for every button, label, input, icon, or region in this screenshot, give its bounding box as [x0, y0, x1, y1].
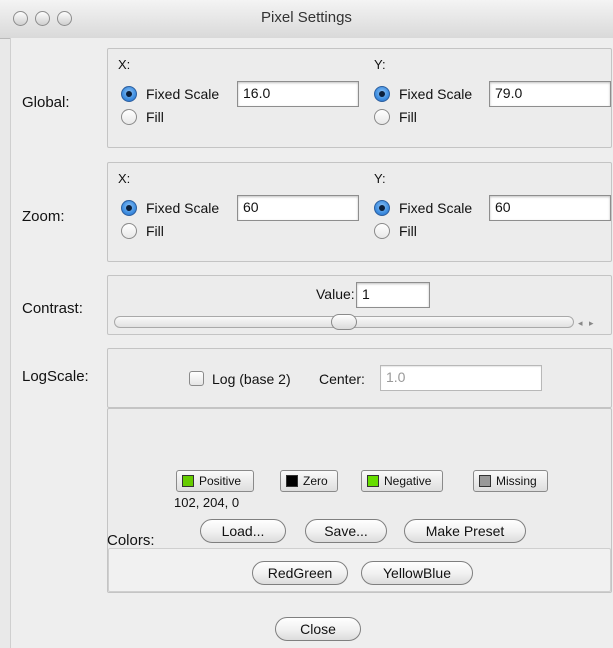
scroll-arrows-icon[interactable]: ◂ ▸: [578, 318, 596, 329]
zoom-y-label: Y:: [374, 171, 386, 186]
logscale-label: LogScale:: [22, 368, 89, 385]
negative-swatch: [367, 475, 379, 487]
logscale-group: Log (base 2) Center: 1.0: [107, 348, 612, 408]
zoom-x-fill-label: Fill: [146, 223, 164, 239]
global-y-label: Y:: [374, 57, 386, 72]
colors-group: Positive Zero Negative Missing 102, 204,…: [107, 408, 612, 593]
colors-label: Colors:: [107, 532, 155, 549]
contrast-value-input[interactable]: 1: [356, 282, 430, 308]
close-button[interactable]: Close: [275, 617, 361, 641]
missing-swatch: [479, 475, 491, 487]
zoom-group: X: Fixed Scale 60 Fill Y: Fixed Scale 60…: [107, 162, 612, 262]
contrast-group: Value: 1 ◂ ▸: [107, 275, 612, 335]
contrast-slider-knob[interactable]: [331, 314, 357, 330]
zoom-y-fill-label: Fill: [399, 223, 417, 239]
zoom-x-label: X:: [118, 171, 131, 186]
rgb-readout: 102, 204, 0: [174, 495, 240, 510]
positive-swatch: [182, 475, 194, 487]
zoom-x-fill-radio[interactable]: [121, 223, 137, 239]
global-group: X: Fixed Scale 16.0 Fill Y: Fixed Scale …: [107, 48, 612, 148]
missing-color-button[interactable]: Missing: [473, 470, 548, 492]
zoom-y-fixed-label: Fixed Scale: [399, 200, 473, 216]
global-x-fixed-radio[interactable]: [121, 86, 137, 102]
zero-color-label: Zero: [303, 474, 328, 488]
global-x-fill-label: Fill: [146, 109, 164, 125]
global-y-fill-label: Fill: [399, 109, 417, 125]
make-preset-button[interactable]: Make Preset: [404, 519, 526, 543]
zoom-x-fixed-radio[interactable]: [121, 200, 137, 216]
preset-yellowblue-button[interactable]: YellowBlue: [361, 561, 473, 585]
zero-swatch: [286, 475, 298, 487]
global-x-scale-input[interactable]: 16.0: [237, 81, 359, 107]
positive-color-label: Positive: [199, 474, 242, 488]
global-y-fixed-radio[interactable]: [374, 86, 390, 102]
presets-panel: RedGreen YellowBlue: [108, 548, 611, 592]
title-bar: Pixel Settings: [0, 0, 613, 39]
global-label: Global:: [22, 94, 70, 111]
center-input[interactable]: 1.0: [380, 365, 542, 391]
zoom-y-fixed-radio[interactable]: [374, 200, 390, 216]
positive-color-button[interactable]: Positive: [176, 470, 254, 492]
negative-color-button[interactable]: Negative: [361, 470, 443, 492]
window-title: Pixel Settings: [261, 9, 352, 26]
preset-redgreen-button[interactable]: RedGreen: [252, 561, 348, 585]
global-y-fixed-label: Fixed Scale: [399, 86, 473, 102]
zero-color-button[interactable]: Zero: [280, 470, 338, 492]
zoom-x-fixed-label: Fixed Scale: [146, 200, 220, 216]
zoom-y-fill-radio[interactable]: [374, 223, 390, 239]
missing-color-label: Missing: [496, 474, 537, 488]
zoom-x-scale-input[interactable]: 60: [237, 195, 359, 221]
load-button[interactable]: Load...: [200, 519, 286, 543]
log-base2-label: Log (base 2): [212, 371, 291, 387]
center-label: Center:: [319, 371, 365, 387]
contrast-value-label: Value:: [316, 286, 355, 302]
contrast-label: Contrast:: [22, 300, 83, 317]
zoom-y-scale-input[interactable]: 60: [489, 195, 611, 221]
log-base2-checkbox[interactable]: [189, 371, 204, 386]
global-y-fill-radio[interactable]: [374, 109, 390, 125]
global-y-scale-input[interactable]: 79.0: [489, 81, 611, 107]
save-button[interactable]: Save...: [305, 519, 387, 543]
global-x-fill-radio[interactable]: [121, 109, 137, 125]
global-x-label: X:: [118, 57, 131, 72]
negative-color-label: Negative: [384, 474, 432, 488]
zoom-label: Zoom:: [22, 208, 65, 225]
settings-panel: Global: X: Fixed Scale 16.0 Fill Y: Fixe…: [10, 38, 613, 648]
global-x-fixed-label: Fixed Scale: [146, 86, 220, 102]
